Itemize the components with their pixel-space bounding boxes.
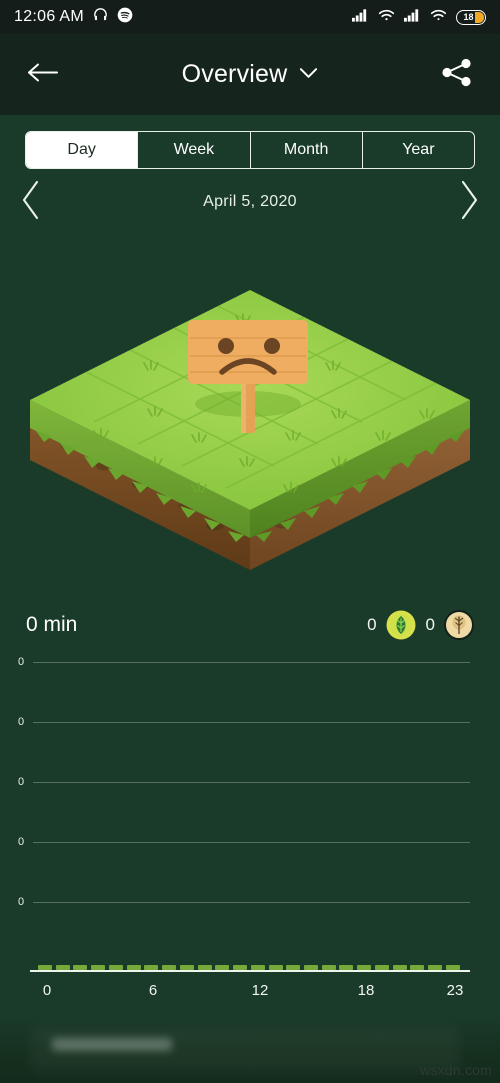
chart-bar [38, 965, 52, 970]
tree-count: 0 [425, 615, 435, 634]
chart-gridline [33, 902, 470, 903]
chart-bar [250, 965, 265, 970]
chart-gridline [33, 722, 470, 723]
chart-x-label: 18 [357, 982, 375, 999]
chart-bar [392, 965, 407, 970]
app-bar: Overview [0, 34, 500, 115]
chart-bar [428, 965, 443, 970]
stats-row: 0 min 0 0 [0, 605, 500, 645]
next-date-button[interactable] [458, 179, 480, 226]
chart-bar [162, 965, 177, 970]
chart-bar [233, 965, 248, 970]
chart-bar [339, 965, 354, 970]
headphones-icon [92, 6, 109, 28]
chart-axis-line [30, 969, 470, 972]
chevron-down-icon[interactable] [299, 66, 318, 84]
wifi-icon [430, 8, 447, 27]
status-bar-right: 18 [352, 8, 486, 27]
forest-plot-illustration [0, 270, 500, 590]
chart-bar [91, 965, 106, 970]
chart-bar [410, 965, 425, 970]
status-bar: 12:06 AM 18 [0, 0, 500, 34]
wifi-icon [378, 8, 395, 27]
chart-bar [55, 965, 70, 970]
tree-badge-icon [444, 610, 474, 640]
chart-gridline [33, 782, 470, 783]
chart-bar [73, 965, 88, 970]
leaf-badge-icon [386, 610, 416, 640]
battery-icon: 18 [456, 9, 486, 25]
status-bar-left: 12:06 AM [14, 6, 133, 28]
leaf-count: 0 [367, 615, 377, 634]
bottom-blurred-section: wsxdn.com [0, 1012, 500, 1083]
chart-gridline [33, 842, 470, 843]
chart-bar [268, 965, 283, 970]
tab-week[interactable]: Week [138, 132, 251, 168]
signal-bars-icon [352, 8, 369, 27]
chart-bar [321, 965, 336, 970]
previous-date-button[interactable] [20, 179, 42, 226]
spotify-icon [117, 7, 133, 28]
activity-bar-chart: 0 0 0 0 0 0 6 12 18 23 [0, 650, 500, 1005]
chart-y-label: 0 [18, 656, 25, 668]
current-date-label: April 5, 2020 [203, 193, 297, 210]
app-root: 12:06 AM 18 Overview Day Week Month Year… [0, 0, 500, 1083]
chart-bar [197, 965, 212, 970]
chart-bar [445, 965, 460, 970]
stats-badges: 0 0 [367, 610, 474, 640]
chart-x-label: 12 [251, 982, 269, 999]
chart-y-label: 0 [18, 836, 25, 848]
chart-bar [108, 965, 123, 970]
status-time: 12:06 AM [14, 8, 85, 25]
battery-level: 18 [463, 12, 474, 22]
chart-bar [357, 965, 372, 970]
battery-fill [474, 11, 484, 23]
chart-x-label: 23 [446, 982, 464, 999]
chart-bar [286, 965, 301, 970]
chart-gridline [33, 662, 470, 663]
chart-y-label: 0 [18, 716, 25, 728]
chart-bar [126, 965, 141, 970]
tab-day[interactable]: Day [26, 132, 139, 168]
watermark: wsxdn.com [420, 1062, 492, 1078]
chart-bar [179, 965, 194, 970]
chart-x-label: 0 [42, 982, 52, 999]
share-icon[interactable] [442, 58, 472, 91]
tree-stat: 0 [426, 610, 474, 640]
chart-y-label: 0 [18, 896, 25, 908]
total-duration: 0 min [26, 613, 78, 636]
period-segmented-control[interactable]: Day Week Month Year [25, 131, 475, 169]
chart-bar [374, 965, 389, 970]
chart-bar [144, 965, 159, 970]
leaf-stat: 0 [367, 610, 416, 640]
page-title: Overview [181, 60, 288, 88]
signal-bars-icon [404, 8, 421, 27]
chart-x-label: 6 [148, 982, 158, 999]
title-dropdown[interactable]: Overview [0, 60, 500, 89]
blurred-text [52, 1038, 172, 1051]
chart-bars [38, 963, 460, 970]
date-navigator: April 5, 2020 [0, 180, 500, 222]
chart-y-label: 0 [18, 776, 25, 788]
chart-bar [304, 965, 319, 970]
chart-bar [215, 965, 230, 970]
tab-month[interactable]: Month [251, 132, 363, 168]
tab-year[interactable]: Year [363, 132, 474, 168]
